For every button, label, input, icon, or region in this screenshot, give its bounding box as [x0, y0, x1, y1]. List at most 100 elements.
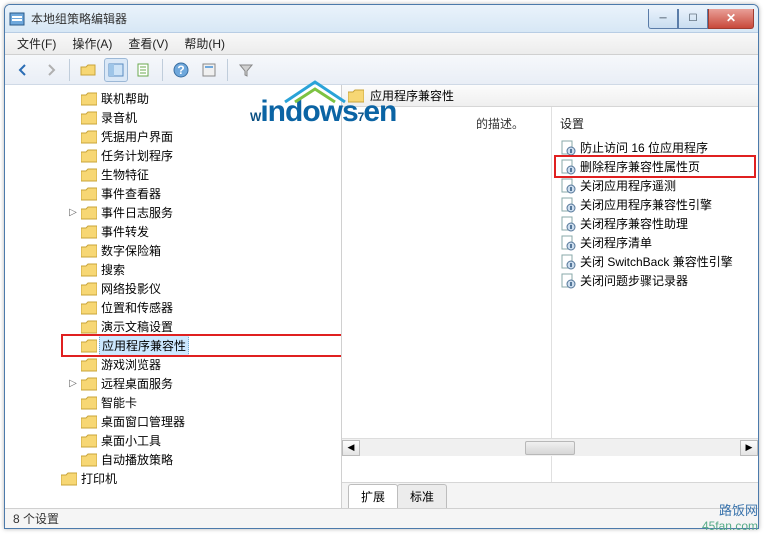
- settings-column-header[interactable]: 设置: [552, 113, 758, 138]
- tree-item[interactable]: 搜索: [65, 260, 341, 279]
- properties-icon[interactable]: [197, 58, 221, 82]
- expand-icon[interactable]: [67, 359, 79, 371]
- folder-icon: [81, 130, 97, 144]
- folder-icon: [81, 92, 97, 106]
- setting-item[interactable]: 关闭应用程序兼容性引擎: [552, 195, 758, 214]
- folder-icon: [81, 377, 97, 391]
- setting-label: 删除程序兼容性属性页: [580, 158, 700, 175]
- tree-item[interactable]: 凭据用户界面: [65, 127, 341, 146]
- tree-item[interactable]: 游戏浏览器: [65, 355, 341, 374]
- expand-icon[interactable]: [67, 397, 79, 409]
- description-pane: 的描述。: [342, 107, 552, 482]
- tree-item-label: 位置和传感器: [99, 298, 175, 317]
- setting-label: 防止访问 16 位应用程序: [580, 139, 708, 156]
- folder-icon: [81, 301, 97, 315]
- setting-item[interactable]: 关闭程序兼容性助理: [552, 214, 758, 233]
- menu-file[interactable]: 文件(F): [9, 33, 64, 54]
- expand-icon[interactable]: [67, 188, 79, 200]
- expand-icon[interactable]: [67, 340, 79, 352]
- setting-item[interactable]: 关闭程序清单: [552, 233, 758, 252]
- svg-text:?: ?: [177, 63, 184, 77]
- export-icon[interactable]: [132, 58, 156, 82]
- setting-item[interactable]: 删除程序兼容性属性页: [552, 157, 758, 176]
- expand-icon[interactable]: [67, 321, 79, 333]
- expand-icon[interactable]: [67, 416, 79, 428]
- tree-item[interactable]: 应用程序兼容性: [65, 336, 341, 355]
- tree-item[interactable]: 数字保险箱: [65, 241, 341, 260]
- scroll-left-icon[interactable]: ◀: [342, 440, 360, 456]
- titlebar[interactable]: 本地组策略编辑器 ─ ☐ ✕: [5, 5, 758, 33]
- tree-item[interactable]: ▷远程桌面服务: [65, 374, 341, 393]
- filter-icon[interactable]: [234, 58, 258, 82]
- tree-item[interactable]: 任务计划程序: [65, 146, 341, 165]
- tree-item[interactable]: 事件查看器: [65, 184, 341, 203]
- folder-icon: [81, 244, 97, 258]
- policy-icon: [560, 159, 576, 175]
- tree-item-label: 应用程序兼容性: [99, 335, 189, 356]
- setting-item[interactable]: 关闭问题步骤记录器: [552, 271, 758, 290]
- policy-icon: [560, 235, 576, 251]
- scroll-right-icon[interactable]: ▶: [740, 440, 758, 456]
- window-frame: 本地组策略编辑器 ─ ☐ ✕ 文件(F) 操作(A) 查看(V) 帮助(H) ?…: [4, 4, 759, 529]
- tree-item[interactable]: 录音机: [65, 108, 341, 127]
- tree-item[interactable]: ▷事件日志服务: [65, 203, 341, 222]
- back-button[interactable]: [11, 58, 35, 82]
- tab-extended[interactable]: 扩展: [348, 484, 398, 508]
- tree-item[interactable]: 桌面小工具: [65, 431, 341, 450]
- menu-help[interactable]: 帮助(H): [176, 33, 233, 54]
- toolbar-divider: [227, 59, 228, 81]
- tree-item[interactable]: 自动播放策略: [65, 450, 341, 469]
- expand-icon[interactable]: [67, 112, 79, 124]
- tree-item[interactable]: 智能卡: [65, 393, 341, 412]
- expand-icon[interactable]: [67, 283, 79, 295]
- tree-item-label: 事件查看器: [99, 184, 163, 203]
- tree-item[interactable]: 打印机: [45, 469, 341, 488]
- expand-icon[interactable]: [67, 169, 79, 181]
- setting-item[interactable]: 防止访问 16 位应用程序: [552, 138, 758, 157]
- expand-icon[interactable]: ▷: [67, 207, 79, 219]
- maximize-button[interactable]: ☐: [678, 9, 708, 29]
- details-header: 应用程序兼容性: [342, 85, 758, 107]
- tree-item[interactable]: 事件转发: [65, 222, 341, 241]
- minimize-button[interactable]: ─: [648, 9, 678, 29]
- expand-icon[interactable]: [67, 131, 79, 143]
- expand-icon[interactable]: [67, 454, 79, 466]
- menu-view[interactable]: 查看(V): [120, 33, 176, 54]
- setting-label: 关闭 SwitchBack 兼容性引擎: [580, 253, 733, 270]
- tree-item[interactable]: 网络投影仪: [65, 279, 341, 298]
- tree-item[interactable]: 桌面窗口管理器: [65, 412, 341, 431]
- expand-icon[interactable]: [67, 150, 79, 162]
- setting-label: 关闭应用程序兼容性引擎: [580, 196, 712, 213]
- tree-item[interactable]: 演示文稿设置: [65, 317, 341, 336]
- folder-icon: [81, 453, 97, 467]
- close-button[interactable]: ✕: [708, 9, 754, 29]
- expand-icon[interactable]: [67, 93, 79, 105]
- scroll-thumb[interactable]: [525, 441, 575, 455]
- expand-icon[interactable]: [67, 302, 79, 314]
- tab-standard[interactable]: 标准: [397, 484, 447, 508]
- horizontal-scrollbar[interactable]: ◀ ▶: [342, 438, 758, 456]
- expand-icon[interactable]: ▷: [67, 378, 79, 390]
- expand-icon[interactable]: [67, 245, 79, 257]
- help-icon[interactable]: ?: [169, 58, 193, 82]
- expand-icon[interactable]: [67, 264, 79, 276]
- setting-label: 关闭程序兼容性助理: [580, 215, 688, 232]
- description-text: 的描述。: [476, 115, 524, 132]
- tree-item[interactable]: 位置和传感器: [65, 298, 341, 317]
- policy-icon: [560, 254, 576, 270]
- expand-icon[interactable]: [67, 226, 79, 238]
- tree-item[interactable]: 生物特征: [65, 165, 341, 184]
- expand-icon[interactable]: [67, 435, 79, 447]
- setting-item[interactable]: 关闭 SwitchBack 兼容性引擎: [552, 252, 758, 271]
- menu-action[interactable]: 操作(A): [64, 33, 120, 54]
- folder-up-icon[interactable]: [76, 58, 100, 82]
- forward-button[interactable]: [39, 58, 63, 82]
- details-body: 的描述。 设置 防止访问 16 位应用程序删除程序兼容性属性页关闭应用程序遥测关…: [342, 107, 758, 482]
- details-panel: 应用程序兼容性 的描述。 设置 防止访问 16 位应用程序删除程序兼容性属性页关…: [342, 85, 758, 508]
- tree-panel[interactable]: 联机帮助录音机凭据用户界面任务计划程序生物特征事件查看器▷事件日志服务事件转发数…: [5, 85, 342, 508]
- folder-icon: [81, 358, 97, 372]
- setting-item[interactable]: 关闭应用程序遥测: [552, 176, 758, 195]
- tree-item[interactable]: 联机帮助: [65, 89, 341, 108]
- toolbar-divider: [69, 59, 70, 81]
- show-hide-tree-icon[interactable]: [104, 58, 128, 82]
